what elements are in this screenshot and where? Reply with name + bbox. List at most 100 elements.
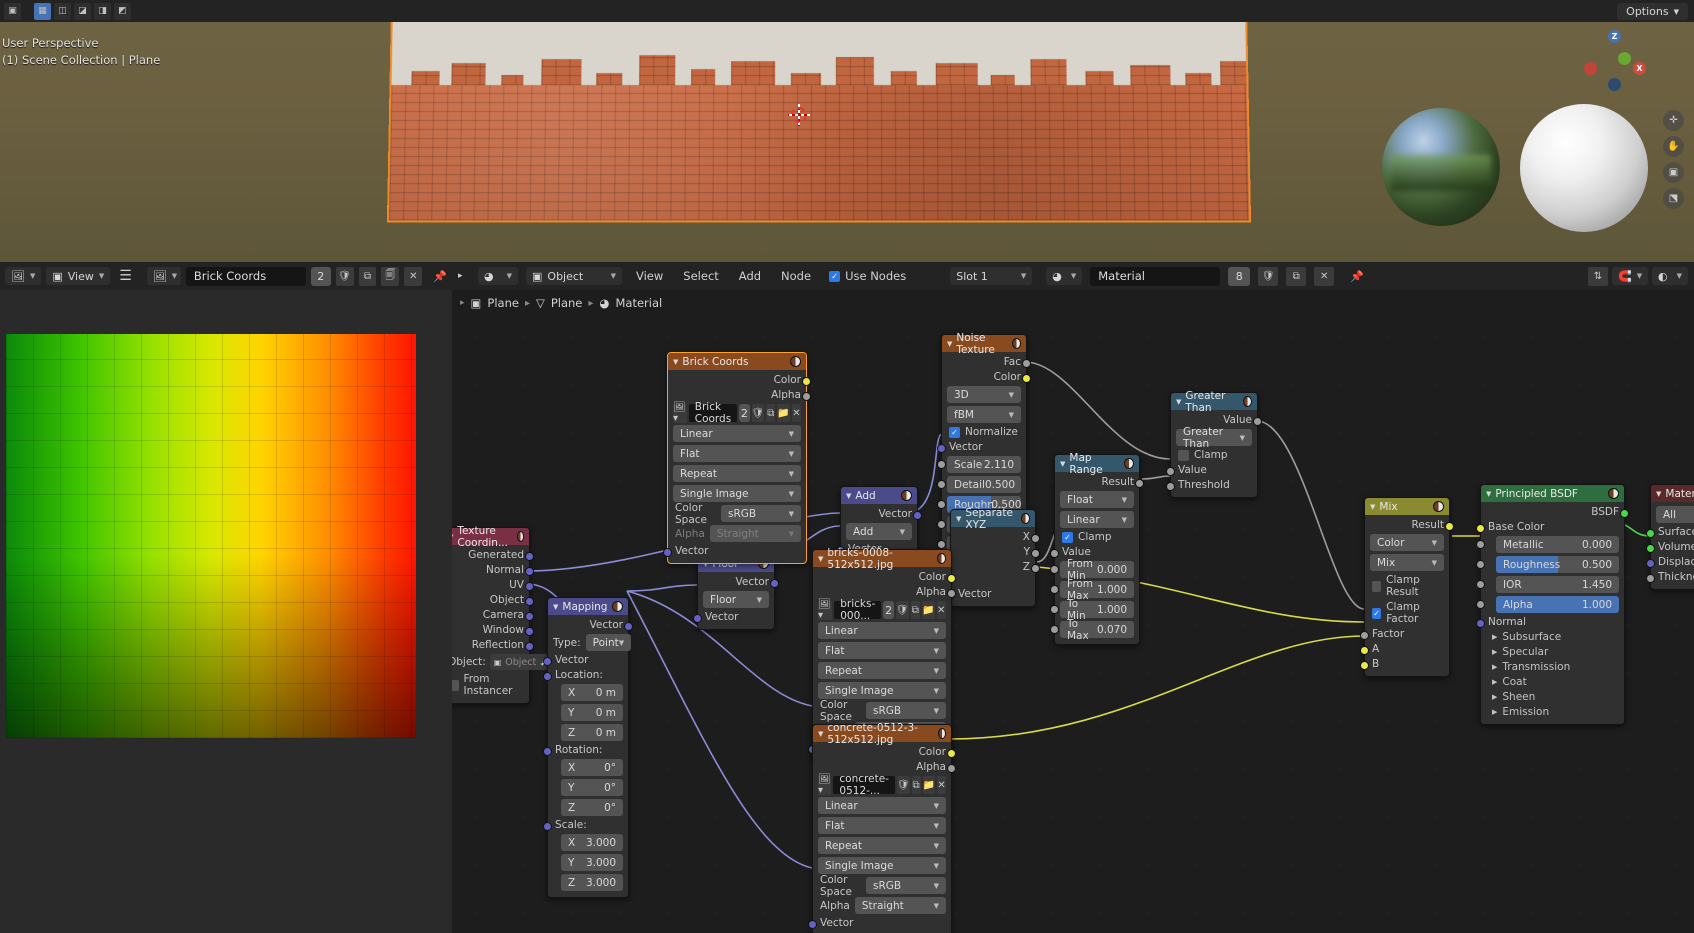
output-generated[interactable]: Generated [452, 549, 534, 561]
close-icon[interactable]: ✕ [936, 601, 946, 619]
image-name-field[interactable]: Brick Coords [185, 266, 306, 286]
shader-type-dropdown[interactable]: ▣ Object ▼ [526, 267, 622, 285]
collapse-triangle-icon[interactable]: ▼ [1486, 490, 1491, 498]
socket-icon[interactable] [937, 480, 946, 489]
collapse-triangle-icon[interactable]: ▼ [956, 515, 961, 523]
socket-icon[interactable] [947, 589, 956, 598]
socket-icon[interactable] [802, 392, 811, 401]
input-volume[interactable]: Volume [1646, 541, 1694, 553]
param-from-min[interactable]: From Min 0.000 [1060, 558, 1134, 582]
gizmo-axis-z[interactable]: Z [1608, 30, 1621, 43]
socket-icon[interactable] [543, 672, 552, 681]
image-browse-icon[interactable]: 🖼▾ [673, 402, 687, 424]
shield-icon[interactable]: 🛡 [335, 266, 354, 286]
image-name-field[interactable]: Brick Coords [688, 401, 738, 425]
data-type-dropdown[interactable]: Float ▼ [1060, 491, 1134, 508]
clamp-checkbox[interactable]: ✓ Clamp [1060, 531, 1134, 543]
collapse-triangle-icon[interactable]: ▼ [1176, 398, 1181, 406]
scale-group-label[interactable]: Scale: [543, 819, 623, 831]
panel-emission[interactable]: ▶ Emission [1486, 706, 1619, 718]
input-value[interactable]: Value [1050, 546, 1134, 558]
navigation-gizmo[interactable]: Z X [1584, 30, 1646, 92]
location-group-label[interactable]: Location: [543, 669, 623, 681]
output-result[interactable]: Result [1060, 476, 1144, 488]
shield-icon[interactable]: 🛡 [895, 601, 909, 619]
node-header[interactable]: ▼ Mapping [548, 598, 628, 615]
input-vector[interactable]: Vector [808, 917, 946, 929]
scale-z[interactable]: Z 3.000 [561, 874, 623, 891]
output-color[interactable]: Color [673, 374, 811, 386]
socket-icon[interactable] [1360, 646, 1369, 655]
input-factor[interactable]: Factor [1360, 628, 1444, 640]
output-value[interactable]: Value [1176, 414, 1262, 426]
collapse-triangle-icon[interactable]: ▼ [673, 358, 678, 366]
input-surface[interactable]: Surface [1646, 526, 1694, 538]
input-b[interactable]: B [1360, 658, 1444, 670]
param-ior[interactable]: IOR 1.450 [1496, 576, 1619, 593]
output-z[interactable]: Z [956, 561, 1040, 573]
image-browse-dropdown[interactable]: 🖼 ▼ [146, 267, 181, 285]
options-button[interactable]: Options ▼ [1617, 3, 1688, 20]
node-principled-bsdf[interactable]: ▼ Principled BSDF BSDF Base Color Metall… [1476, 484, 1629, 725]
node-brick-coords-image[interactable]: ▼ Brick Coords Color Alpha 🖼▾ Brick Coor… [663, 352, 811, 564]
image-datablock-row[interactable]: 🖼▾ Brick Coords 2 🛡 ⧉ 📁 ✕ [673, 401, 801, 425]
gizmo-axis-x-neg[interactable] [1584, 62, 1597, 75]
output-x[interactable]: X [956, 531, 1040, 543]
editor-type-dropdown[interactable]: 🖼 ▼ [5, 267, 42, 285]
alpha-row[interactable]: Alpha Straight ▼ [673, 525, 801, 542]
image-name-field[interactable]: bricks-000... [834, 598, 882, 622]
normalize-checkbox[interactable]: ✓ Normalize [947, 426, 1021, 438]
shield-icon[interactable]: 🛡 [1258, 266, 1279, 286]
node-floor-vector[interactable]: ▼ Floor Vector Floor ▼ Vector [693, 554, 779, 630]
socket-icon[interactable] [1022, 359, 1031, 368]
extension-dropdown[interactable]: Repeat ▼ [673, 465, 801, 482]
panel-subsurface[interactable]: ▶ Subsurface [1486, 631, 1619, 643]
viewport-gizmo-tools[interactable]: ✛ ✋ ▣ ⬔ [1663, 110, 1684, 209]
collapse-triangle-icon[interactable]: ▼ [818, 555, 823, 563]
node-header[interactable]: ▼ Principled BSDF [1481, 485, 1624, 502]
select-box-icon[interactable]: ▦ [34, 2, 51, 20]
node-header[interactable]: ▼ Material [1651, 485, 1694, 502]
socket-icon[interactable] [1476, 540, 1485, 549]
socket-icon[interactable] [937, 520, 946, 529]
param-detail[interactable]: Detail 0.500 [947, 476, 1021, 493]
color-space-row[interactable]: Color Space sRGB ▼ [818, 699, 946, 723]
node-texture-coordinate[interactable]: ▼ Texture Coordin... Generated Normal [452, 525, 556, 704]
view-menu-dropdown[interactable]: ▣ View ▼ [46, 267, 111, 285]
socket-icon[interactable] [1253, 417, 1262, 426]
collapse-triangle-icon[interactable]: ▼ [553, 603, 558, 611]
socket-icon[interactable] [1476, 560, 1485, 569]
param-scale[interactable]: Scale 2.110 [947, 456, 1021, 473]
interpolation-dropdown[interactable]: Linear ▼ [673, 425, 801, 442]
panel-sheen[interactable]: ▶ Sheen [1486, 691, 1619, 703]
node-header[interactable]: ▼ Mix [1365, 498, 1449, 515]
menu-node[interactable]: Node [775, 269, 817, 283]
param-to-max[interactable]: To Max 0.070 [1060, 618, 1134, 642]
collapse-triangle-icon[interactable]: ▼ [1656, 490, 1661, 498]
socket-icon[interactable] [1476, 600, 1485, 609]
ortho-perspective-icon[interactable]: ⬔ [1663, 188, 1684, 209]
interpolation-dropdown[interactable]: Linear ▼ [818, 622, 946, 639]
select-extra-icon[interactable]: ◩ [114, 2, 131, 20]
socket-icon[interactable] [543, 822, 552, 831]
rotation-x[interactable]: X 0° [561, 759, 623, 776]
socket-icon[interactable] [525, 612, 534, 621]
param-to-min[interactable]: To Min 1.000 [1060, 598, 1134, 622]
3d-viewport[interactable]: ▣ ▦ ◫ ◪ ◨ ◩ Options ▼ User Perspective (… [0, 0, 1694, 262]
shader-editor[interactable]: ▸ ◕ ▼ ▣ Object ▼ View Select Add Node ✓ U… [452, 262, 1694, 933]
socket-icon[interactable] [1166, 482, 1175, 491]
socket-icon[interactable] [1166, 467, 1175, 476]
input-threshold[interactable]: Threshold [1166, 479, 1252, 491]
operation-dropdown[interactable]: Floor ▼ [703, 591, 769, 608]
param-alpha[interactable]: Alpha 1.000 [1496, 596, 1619, 613]
object-picker-row[interactable]: Object: ▣ Object 💉 [452, 654, 556, 670]
socket-icon[interactable] [770, 579, 779, 588]
socket-icon[interactable] [1050, 549, 1059, 558]
snapping-dropdown[interactable]: 🧲 ▼ [1612, 267, 1648, 285]
image-browse-icon[interactable]: 🖼▾ [818, 774, 832, 796]
location-z[interactable]: Z 0 m [561, 724, 623, 741]
scale-y[interactable]: Y 3.000 [561, 854, 623, 871]
data-type-dropdown[interactable]: Color ▼ [1370, 534, 1444, 551]
material-name-field[interactable]: Material [1090, 266, 1221, 286]
use-nodes-toggle[interactable]: ✓ Use Nodes [829, 269, 906, 283]
